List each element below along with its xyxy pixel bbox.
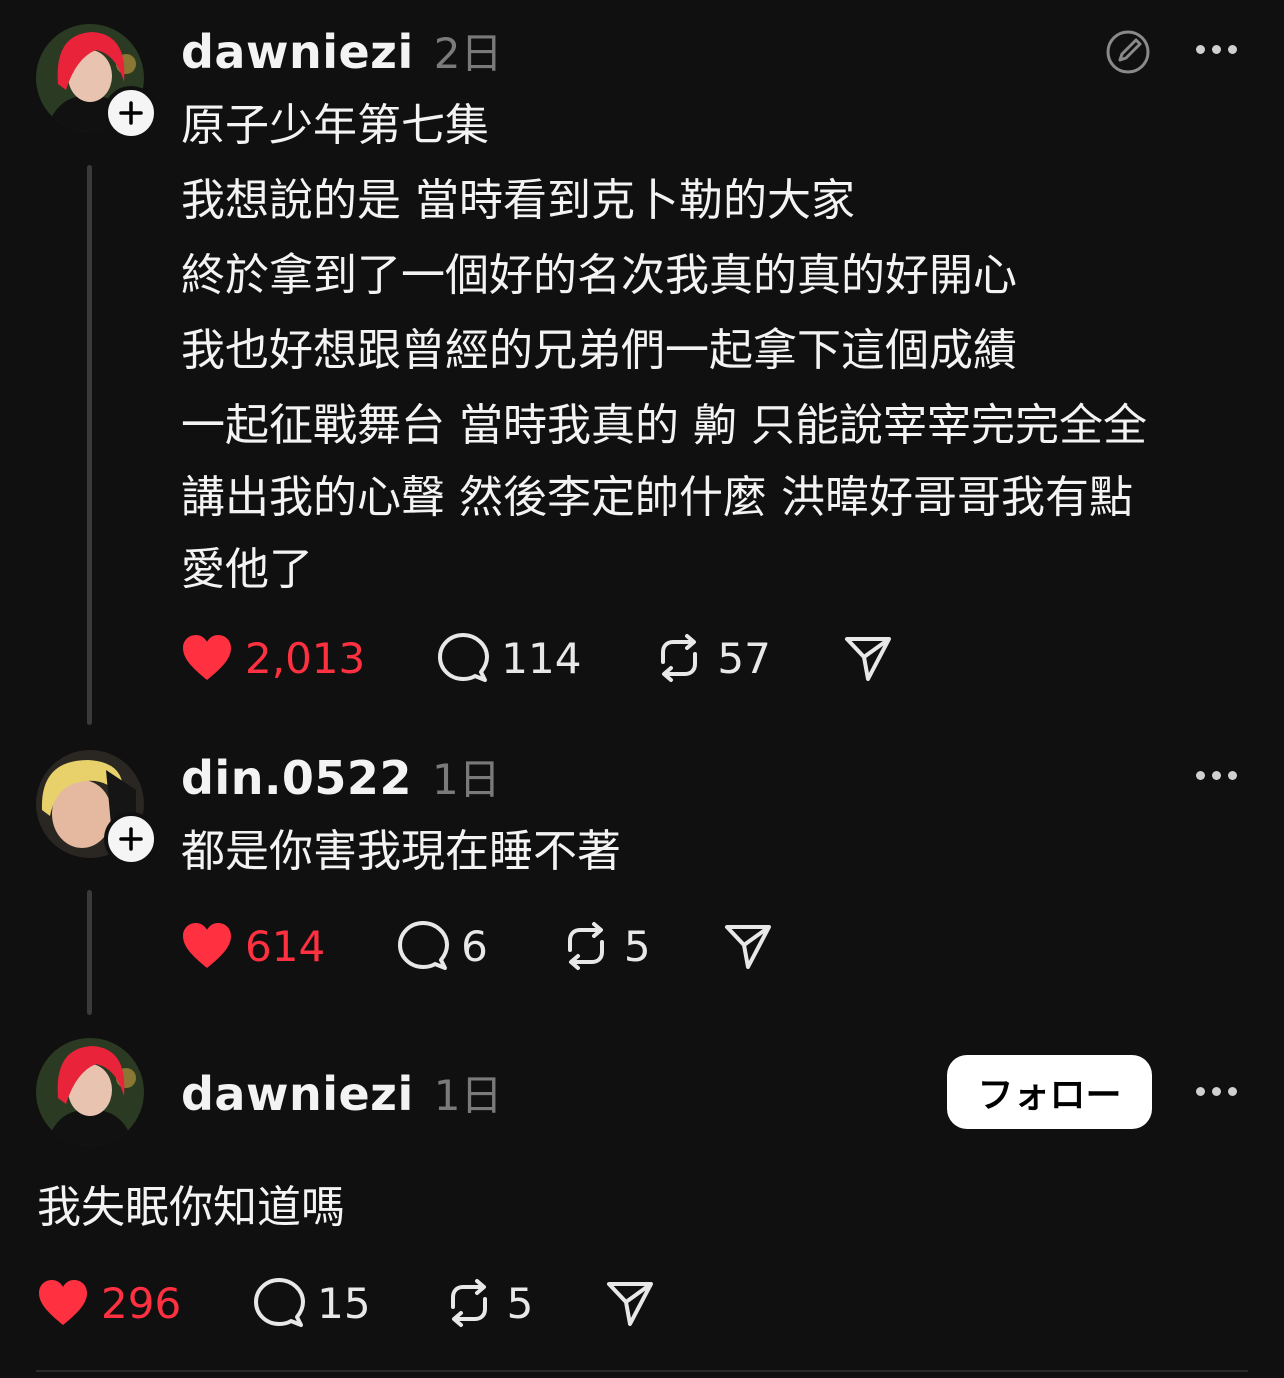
comment-count: 15: [317, 1278, 371, 1328]
like-button[interactable]: 614: [181, 922, 325, 971]
username[interactable]: dawniezi: [181, 1067, 414, 1121]
comment-icon: [438, 633, 490, 682]
edit-button[interactable]: [1104, 28, 1152, 80]
timestamp: 2日: [433, 29, 503, 78]
avatar-image: [36, 1038, 144, 1146]
heart-icon: [39, 1280, 87, 1325]
repost-count: 5: [506, 1278, 534, 1328]
timestamp: 1日: [431, 755, 501, 804]
repost-count: 57: [717, 633, 771, 683]
share-button[interactable]: [605, 1278, 655, 1328]
like-count: 614: [245, 921, 326, 971]
share-icon: [724, 925, 771, 969]
post-body: 我失眠你知道嗎: [37, 1172, 345, 1244]
follow-plus-button[interactable]: [104, 86, 158, 140]
like-button[interactable]: 296: [37, 1279, 181, 1328]
more-icon[interactable]: [1196, 45, 1237, 54]
post-text-line: 我想說的是 當時看到克卜勒的大家: [181, 175, 855, 226]
username[interactable]: dawniezi: [181, 25, 414, 79]
repost-button[interactable]: 57: [653, 632, 771, 684]
post-header: dawniezi 1日: [181, 1062, 502, 1123]
action-bar: 296 15 5: [37, 1273, 655, 1333]
share-button[interactable]: [723, 921, 773, 971]
like-count: 2,013: [245, 633, 366, 683]
post-text-line: 愛他了: [181, 544, 313, 595]
repost-button[interactable]: 5: [560, 920, 651, 972]
post-body: 都是你害我現在睡不著: [181, 816, 621, 888]
like-button[interactable]: 2,013: [181, 634, 365, 683]
share-icon: [607, 1282, 654, 1326]
timestamp: 1日: [433, 1071, 503, 1120]
avatar-dawniezi[interactable]: [36, 1038, 144, 1146]
follow-button[interactable]: フォロー: [947, 1055, 1152, 1129]
post-header: dawniezi 2日: [181, 20, 502, 81]
thread-line: [87, 890, 92, 1015]
more-icon[interactable]: [1196, 1087, 1237, 1096]
post-text-line: 都是你害我現在睡不著: [181, 826, 621, 877]
comment-count: 6: [461, 921, 488, 971]
divider: [36, 1370, 1248, 1372]
post-text-line: 終於拿到了一個好的名次我真的真的好開心: [181, 250, 1017, 301]
comment-count: 114: [501, 633, 582, 683]
share-button[interactable]: [843, 633, 893, 683]
comment-icon: [254, 1278, 306, 1327]
username[interactable]: din.0522: [181, 751, 412, 805]
repost-icon: [450, 1279, 487, 1327]
comment-button[interactable]: 15: [253, 1277, 371, 1329]
share-icon: [844, 637, 891, 681]
post-body: 原子少年第七集 我想說的是 當時看到克卜勒的大家 終於拿到了一個好的名次我真的真…: [181, 90, 1147, 606]
plus-icon: [119, 101, 143, 125]
heart-icon: [183, 923, 231, 968]
comment-button[interactable]: 6: [397, 920, 488, 972]
repost-icon: [661, 634, 698, 682]
post-text-line: 講出我的心聲 然後李定帥什麼 洪暐好哥哥我有點: [181, 472, 1133, 523]
comment-icon: [398, 921, 450, 970]
follow-plus-button[interactable]: [104, 812, 158, 866]
action-bar: 614 6 5: [181, 916, 773, 976]
plus-icon: [119, 827, 143, 851]
post-text-line: 原子少年第七集: [181, 100, 489, 151]
action-bar: 2,013 114 57: [181, 628, 893, 688]
heart-icon: [183, 635, 231, 680]
comment-button[interactable]: 114: [437, 632, 581, 684]
thread-line: [87, 165, 92, 725]
post-text-line: 一起征戰舞台 當時我真的 齁 只能說宰宰完完全全: [181, 400, 1147, 451]
repost-count: 5: [623, 921, 651, 971]
post-text-line: 我失眠你知道嗎: [37, 1182, 345, 1233]
post-header: din.0522 1日: [181, 746, 501, 807]
edit-icon: [1106, 30, 1150, 74]
like-count: 296: [101, 1278, 182, 1328]
post-text-line: 我也好想跟曾經的兄弟們一起拿下這個成績: [181, 325, 1017, 376]
repost-icon: [567, 922, 604, 970]
more-icon[interactable]: [1196, 771, 1237, 780]
repost-button[interactable]: 5: [443, 1277, 534, 1329]
